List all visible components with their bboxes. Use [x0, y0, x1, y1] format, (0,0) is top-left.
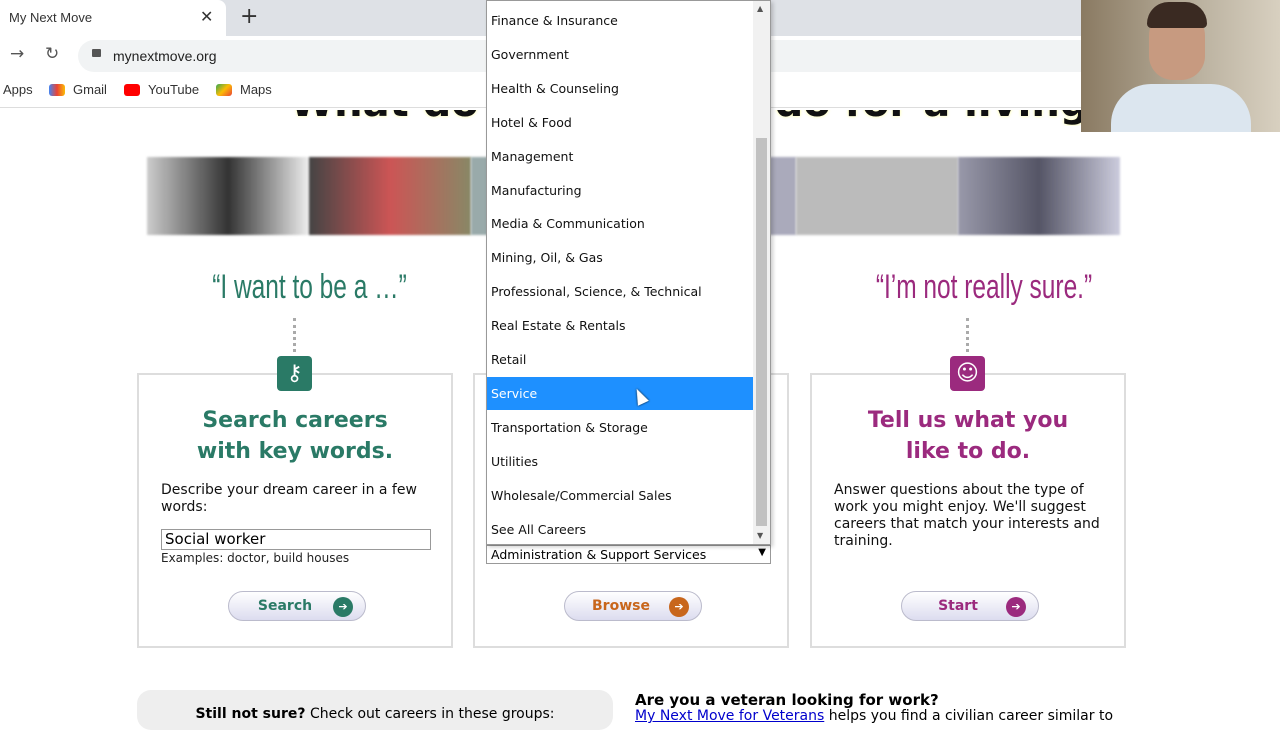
dropdown-option[interactable]: Health & Counseling [487, 72, 753, 105]
explore-card: Tell us what you like to do. Answer quest… [810, 373, 1126, 648]
bookmark-label: Gmail [73, 82, 107, 97]
bookmark-gmail[interactable]: Gmail [49, 82, 107, 97]
lock-icon [92, 49, 101, 57]
maps-icon [216, 83, 232, 96]
arrow-right-icon: ➔ [669, 597, 689, 617]
start-button[interactable]: Start ➔ [901, 591, 1039, 621]
dropdown-option[interactable]: Retail [487, 343, 753, 376]
bookmark-youtube[interactable]: YouTube [124, 82, 199, 97]
card-heading: like to do. [905, 439, 1031, 464]
dropdown-option[interactable]: Hotel & Food [487, 106, 753, 139]
card-heading: Tell us what you [867, 408, 1069, 433]
explore-quote: “I’m not really sure.” [875, 268, 1093, 306]
bookmark-label: YouTube [148, 82, 200, 97]
scroll-down-icon[interactable]: ▼ [757, 531, 763, 540]
url-text: mynextmove.org [113, 48, 217, 64]
dropdown-option[interactable]: Transportation & Storage [487, 411, 753, 444]
veteran-rest: helps you find a civilian career similar… [824, 708, 1114, 724]
gmail-icon [49, 83, 65, 96]
search-button[interactable]: Search ➔ [228, 591, 366, 621]
dropdown-option[interactable]: Management [487, 140, 753, 173]
close-icon[interactable]: ✕ [200, 7, 213, 26]
scrollbar[interactable]: ▲ ▼ [753, 1, 770, 544]
browse-button[interactable]: Browse ➔ [564, 591, 702, 621]
veteran-text: My Next Move for Veterans helps you find… [635, 708, 1113, 724]
dropdown-option[interactable]: Professional, Science, & Technical [487, 275, 753, 308]
select-value: Administration & Support Services [491, 547, 707, 562]
dropdown-option[interactable]: Utilities [487, 445, 753, 478]
search-examples: Examples: doctor, build houses [161, 551, 350, 565]
webcam-overlay [1081, 0, 1280, 132]
scroll-up-icon[interactable]: ▲ [757, 4, 763, 13]
button-label: Search [257, 598, 313, 614]
bookmark-maps[interactable]: Maps [216, 82, 272, 97]
industry-dropdown-list: ▲ ▼ Finance & Insurance Government Health … [486, 0, 771, 545]
veterans-link[interactable]: My Next Move for Veterans [635, 708, 824, 724]
industry-select[interactable]: Administration & Support Services ▼ [486, 545, 771, 564]
tab-title: My Next Move [9, 10, 93, 25]
search-quote: “I want to be a …” [212, 268, 407, 306]
scrollbar-thumb[interactable] [756, 138, 767, 526]
youtube-icon [124, 83, 140, 96]
chevron-down-icon: ▼ [758, 547, 766, 558]
reload-icon[interactable]: ↻ [45, 44, 59, 64]
dropdown-option[interactable]: Finance & Insurance [487, 4, 753, 37]
dropdown-option[interactable]: Mining, Oil, & Gas [487, 241, 753, 274]
veteran-heading: Are you a veteran looking for work? [635, 691, 939, 709]
card-heading: Search careers [202, 408, 388, 433]
dropdown-option[interactable]: Real Estate & Rentals [487, 309, 753, 342]
bookmark-label: Maps [240, 82, 272, 97]
bookmark-label: Apps [3, 82, 33, 97]
search-input[interactable]: Social worker [161, 529, 431, 550]
arrow-right-icon: ➔ [333, 597, 353, 617]
search-prompt: Describe your dream career in a few word… [161, 482, 417, 515]
forward-icon[interactable]: → [10, 44, 24, 64]
tab-my-next-move[interactable]: My Next Move ✕ [0, 0, 226, 36]
arrow-right-icon: ➔ [1006, 597, 1026, 617]
dropdown-option[interactable]: Service [487, 376, 753, 410]
dropdown-option[interactable]: Government [487, 38, 753, 71]
explore-text: Answer questions about the type of work … [834, 482, 1100, 549]
new-tab-icon[interactable]: + [240, 4, 258, 29]
dropdown-option[interactable]: Media & Communication [487, 207, 753, 240]
divider-dots [293, 318, 296, 352]
bookmark-apps[interactable]: Apps [3, 82, 33, 97]
still-not-sure-box: Still not sure? Check out careers in the… [137, 690, 613, 730]
divider-dots [966, 318, 969, 352]
person-icon: ☺ [950, 356, 985, 391]
key-icon: ⚷ [277, 356, 312, 391]
button-label: Start [938, 598, 978, 614]
search-card: Search careers with key words. Describe y… [137, 373, 453, 648]
button-label: Browse [592, 598, 650, 614]
dropdown-option[interactable]: See All Careers [487, 513, 753, 545]
dropdown-option[interactable]: Wholesale/Commercial Sales [487, 479, 753, 512]
card-heading: with key words. [196, 439, 394, 464]
dropdown-option[interactable]: Manufacturing [487, 174, 753, 207]
